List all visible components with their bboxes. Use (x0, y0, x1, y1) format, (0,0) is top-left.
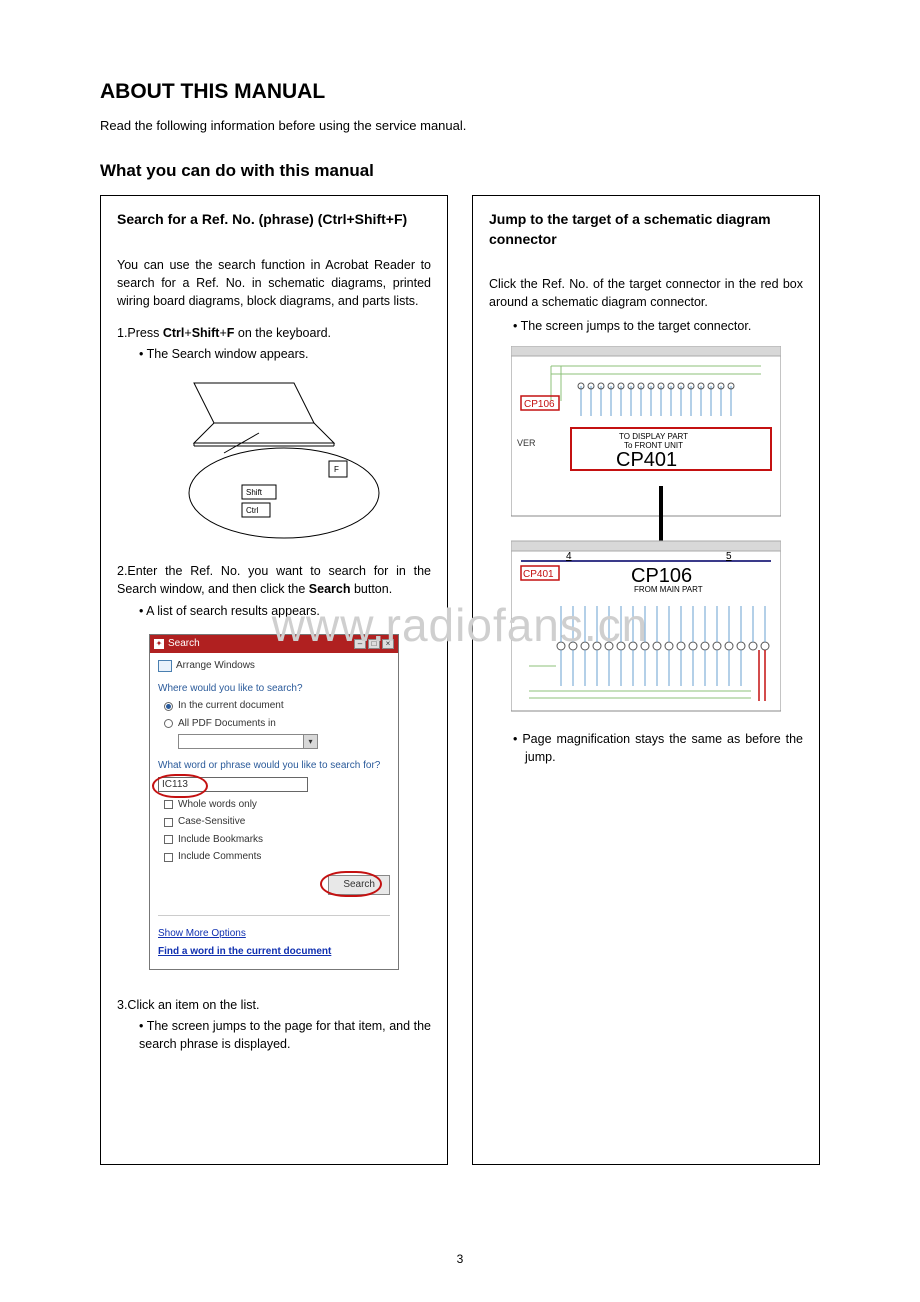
n4-label: 4 (566, 551, 572, 562)
pdf-icon: ✦ (154, 639, 164, 649)
step1-plus1: + (184, 326, 191, 340)
step3-sub: • The screen jumps to the page for that … (139, 1017, 431, 1053)
find-word-link[interactable]: Find a word in the current document (158, 945, 390, 960)
folder-select[interactable]: ▾ (178, 734, 318, 749)
left-heading: Search for a Ref. No. (phrase) (Ctrl+Shi… (101, 196, 447, 238)
step3: 3.Click an item on the list. (117, 996, 431, 1014)
arrange-icon (158, 660, 172, 672)
search-window: ✦ Search – □ × Arrange Windows Where wou… (149, 634, 399, 971)
check-comments[interactable]: Include Comments (164, 850, 390, 865)
schematic-illustration: CP106 VER TO DISPLAY PART To FRONT UNIT … (511, 346, 781, 716)
n5-label: 5 (726, 551, 732, 562)
intro-text: Read the following information before us… (100, 118, 820, 133)
radio-all[interactable]: All PDF Documents in (164, 717, 390, 732)
check-comments-label: Include Comments (178, 850, 261, 865)
from-main-label: FROM MAIN PART (634, 585, 703, 594)
search-input[interactable]: IC113 (158, 777, 308, 792)
key-ctrl-label: Ctrl (246, 506, 259, 515)
check-whole-label: Whole words only (178, 798, 257, 813)
key-f-label: F (334, 465, 339, 474)
where-label: Where would you like to search? (158, 682, 390, 697)
search-title: Search (168, 637, 200, 652)
check-case[interactable]: Case-Sensitive (164, 815, 390, 830)
step1-plus2: + (219, 326, 226, 340)
to-display-label: TO DISPLAY PART (619, 432, 688, 441)
search-button[interactable]: Search (328, 875, 390, 896)
radio-current-label: In the current document (178, 699, 284, 714)
step1-key2: Shift (192, 326, 220, 340)
arrange-label: Arrange Windows (176, 659, 255, 674)
page-number: 3 (0, 1252, 920, 1266)
step2-suffix: button. (350, 582, 392, 596)
cp106-label: CP106 (524, 399, 555, 410)
radio-icon (164, 702, 173, 711)
checkbox-icon (164, 800, 173, 809)
checkbox-icon (164, 853, 173, 862)
right-heading: Jump to the target of a schematic diagra… (473, 196, 819, 257)
arrange-windows[interactable]: Arrange Windows (158, 659, 390, 674)
right-b1: • The screen jumps to the target connect… (513, 317, 803, 335)
search-button-wrap: Search (158, 875, 390, 896)
check-case-label: Case-Sensitive (178, 815, 245, 830)
what-label: What word or phrase would you like to se… (158, 759, 390, 774)
cp401-big: CP401 (616, 449, 677, 471)
cp106-big: CP106 (631, 565, 692, 587)
step2-bold: Search (309, 582, 351, 596)
step1: 1.Press Ctrl+Shift+F on the keyboard. (117, 324, 431, 342)
step2-sub: • A list of search results appears. (139, 602, 431, 620)
radio-all-label: All PDF Documents in (178, 717, 276, 732)
radio-current[interactable]: In the current document (164, 699, 390, 714)
check-bookmarks-label: Include Bookmarks (178, 833, 263, 848)
step1-prefix: 1.Press (117, 326, 163, 340)
step1-suffix: on the keyboard. (234, 326, 331, 340)
step1-key1: Ctrl (163, 326, 185, 340)
cp401-label: CP401 (523, 569, 554, 580)
right-b2: • Page magnification stays the same as b… (513, 730, 803, 766)
right-box: Jump to the target of a schematic diagra… (472, 195, 820, 1165)
key-shift-label: Shift (246, 488, 263, 497)
step1-sub: • The Search window appears. (139, 345, 431, 363)
page-title: ABOUT THIS MANUAL (100, 80, 820, 104)
checkbox-icon (164, 835, 173, 844)
search-titlebar: ✦ Search – □ × (150, 635, 398, 654)
checkbox-icon (164, 818, 173, 827)
step2: 2.Enter the Ref. No. you want to search … (117, 562, 431, 598)
section-heading: What you can do with this manual (100, 161, 820, 181)
laptop-illustration: F Shift Ctrl (117, 373, 431, 548)
ver-label: VER (517, 438, 536, 448)
search-input-highlight: IC113 (158, 777, 390, 792)
minimize-icon[interactable]: – (354, 639, 366, 649)
laptop-icon: F Shift Ctrl (164, 373, 384, 543)
show-more-link[interactable]: Show More Options (158, 927, 390, 942)
maximize-icon[interactable]: □ (368, 639, 380, 649)
radio-icon (164, 719, 173, 728)
left-p1: You can use the search function in Acrob… (117, 256, 431, 310)
check-whole[interactable]: Whole words only (164, 798, 390, 813)
left-box: Search for a Ref. No. (phrase) (Ctrl+Shi… (100, 195, 448, 1165)
check-bookmarks[interactable]: Include Bookmarks (164, 833, 390, 848)
close-icon[interactable]: × (382, 639, 394, 649)
chevron-down-icon: ▾ (303, 735, 317, 748)
right-p1: Click the Ref. No. of the target connect… (489, 275, 803, 311)
